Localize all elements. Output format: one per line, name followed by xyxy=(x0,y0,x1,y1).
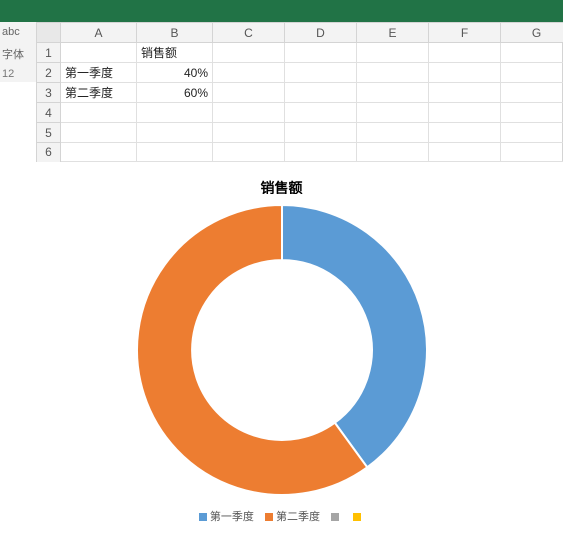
cell-E1[interactable] xyxy=(357,43,429,63)
cell-B3[interactable]: 60% xyxy=(137,83,213,103)
col-header-E[interactable]: E xyxy=(357,23,429,43)
legend-item-3 xyxy=(353,511,364,523)
legend-swatch-3 xyxy=(353,513,361,521)
row-header-2[interactable]: 2 xyxy=(37,63,61,83)
chart-area[interactable]: 销售额 第一季度 第二季度 xyxy=(0,162,563,533)
col-header-A[interactable]: A xyxy=(61,23,137,43)
cell-F4[interactable] xyxy=(429,103,501,123)
cell-D3[interactable] xyxy=(285,83,357,103)
ribbon-bar xyxy=(0,0,563,22)
legend-label-0: 第一季度 xyxy=(210,511,254,523)
cell-D1[interactable] xyxy=(285,43,357,63)
cell-A2[interactable]: 第一季度 xyxy=(61,63,137,83)
cell-D5[interactable] xyxy=(285,123,357,143)
row-header-6[interactable]: 6 xyxy=(37,143,61,162)
legend-item-1: 第二季度 xyxy=(265,508,320,524)
cell-C5[interactable] xyxy=(213,123,285,143)
cell-A5[interactable] xyxy=(61,123,137,143)
chart-legend: 第一季度 第二季度 xyxy=(0,508,563,524)
select-all-corner[interactable] xyxy=(37,23,61,43)
cell-F5[interactable] xyxy=(429,123,501,143)
cell-F1[interactable] xyxy=(429,43,501,63)
cell-A1[interactable] xyxy=(61,43,137,63)
cell-C1[interactable] xyxy=(213,43,285,63)
cell-B5[interactable] xyxy=(137,123,213,143)
legend-label-1: 第二季度 xyxy=(276,511,320,523)
row-header-4[interactable]: 4 xyxy=(37,103,61,123)
cell-G3[interactable] xyxy=(501,83,563,103)
cell-B2[interactable]: 40% xyxy=(137,63,213,83)
name-box-hint: abc xyxy=(0,22,36,42)
col-header-F[interactable]: F xyxy=(429,23,501,43)
cell-C4[interactable] xyxy=(213,103,285,123)
row-header-5[interactable]: 5 xyxy=(37,123,61,143)
legend-swatch-0 xyxy=(199,513,207,521)
donut-slice-0[interactable] xyxy=(282,205,427,467)
cell-E5[interactable] xyxy=(357,123,429,143)
cell-B1[interactable]: 销售额 xyxy=(137,43,213,63)
ribbon-group-size: 12 xyxy=(0,66,36,82)
ribbon-left-gutter: abc 字体 12 xyxy=(0,22,36,82)
cell-A3[interactable]: 第二季度 xyxy=(61,83,137,103)
cell-C2[interactable] xyxy=(213,63,285,83)
col-header-G[interactable]: G xyxy=(501,23,563,43)
legend-item-0: 第一季度 xyxy=(199,508,254,524)
cell-C3[interactable] xyxy=(213,83,285,103)
cell-A4[interactable] xyxy=(61,103,137,123)
chart-title: 销售额 xyxy=(0,178,563,194)
cell-E4[interactable] xyxy=(357,103,429,123)
cell-G1[interactable] xyxy=(501,43,563,63)
ribbon-group-font: 字体 xyxy=(0,42,36,66)
legend-swatch-2 xyxy=(331,513,339,521)
col-header-D[interactable]: D xyxy=(285,23,357,43)
cell-G4[interactable] xyxy=(501,103,563,123)
cell-D2[interactable] xyxy=(285,63,357,83)
legend-swatch-1 xyxy=(265,513,273,521)
col-header-B[interactable]: B xyxy=(137,23,213,43)
row-header-1[interactable]: 1 xyxy=(37,43,61,63)
cell-E3[interactable] xyxy=(357,83,429,103)
legend-item-2 xyxy=(331,511,342,523)
row-header-3[interactable]: 3 xyxy=(37,83,61,103)
cell-F3[interactable] xyxy=(429,83,501,103)
donut-chart[interactable] xyxy=(132,200,432,500)
spreadsheet[interactable]: A B C D E F G 1 销售额 2 第一季度 40% 3 第二季度 60… xyxy=(36,22,563,162)
cell-G2[interactable] xyxy=(501,63,563,83)
cell-E2[interactable] xyxy=(357,63,429,83)
cell-F2[interactable] xyxy=(429,63,501,83)
cell-D4[interactable] xyxy=(285,103,357,123)
cell-B4[interactable] xyxy=(137,103,213,123)
cell-G5[interactable] xyxy=(501,123,563,143)
col-header-C[interactable]: C xyxy=(213,23,285,43)
